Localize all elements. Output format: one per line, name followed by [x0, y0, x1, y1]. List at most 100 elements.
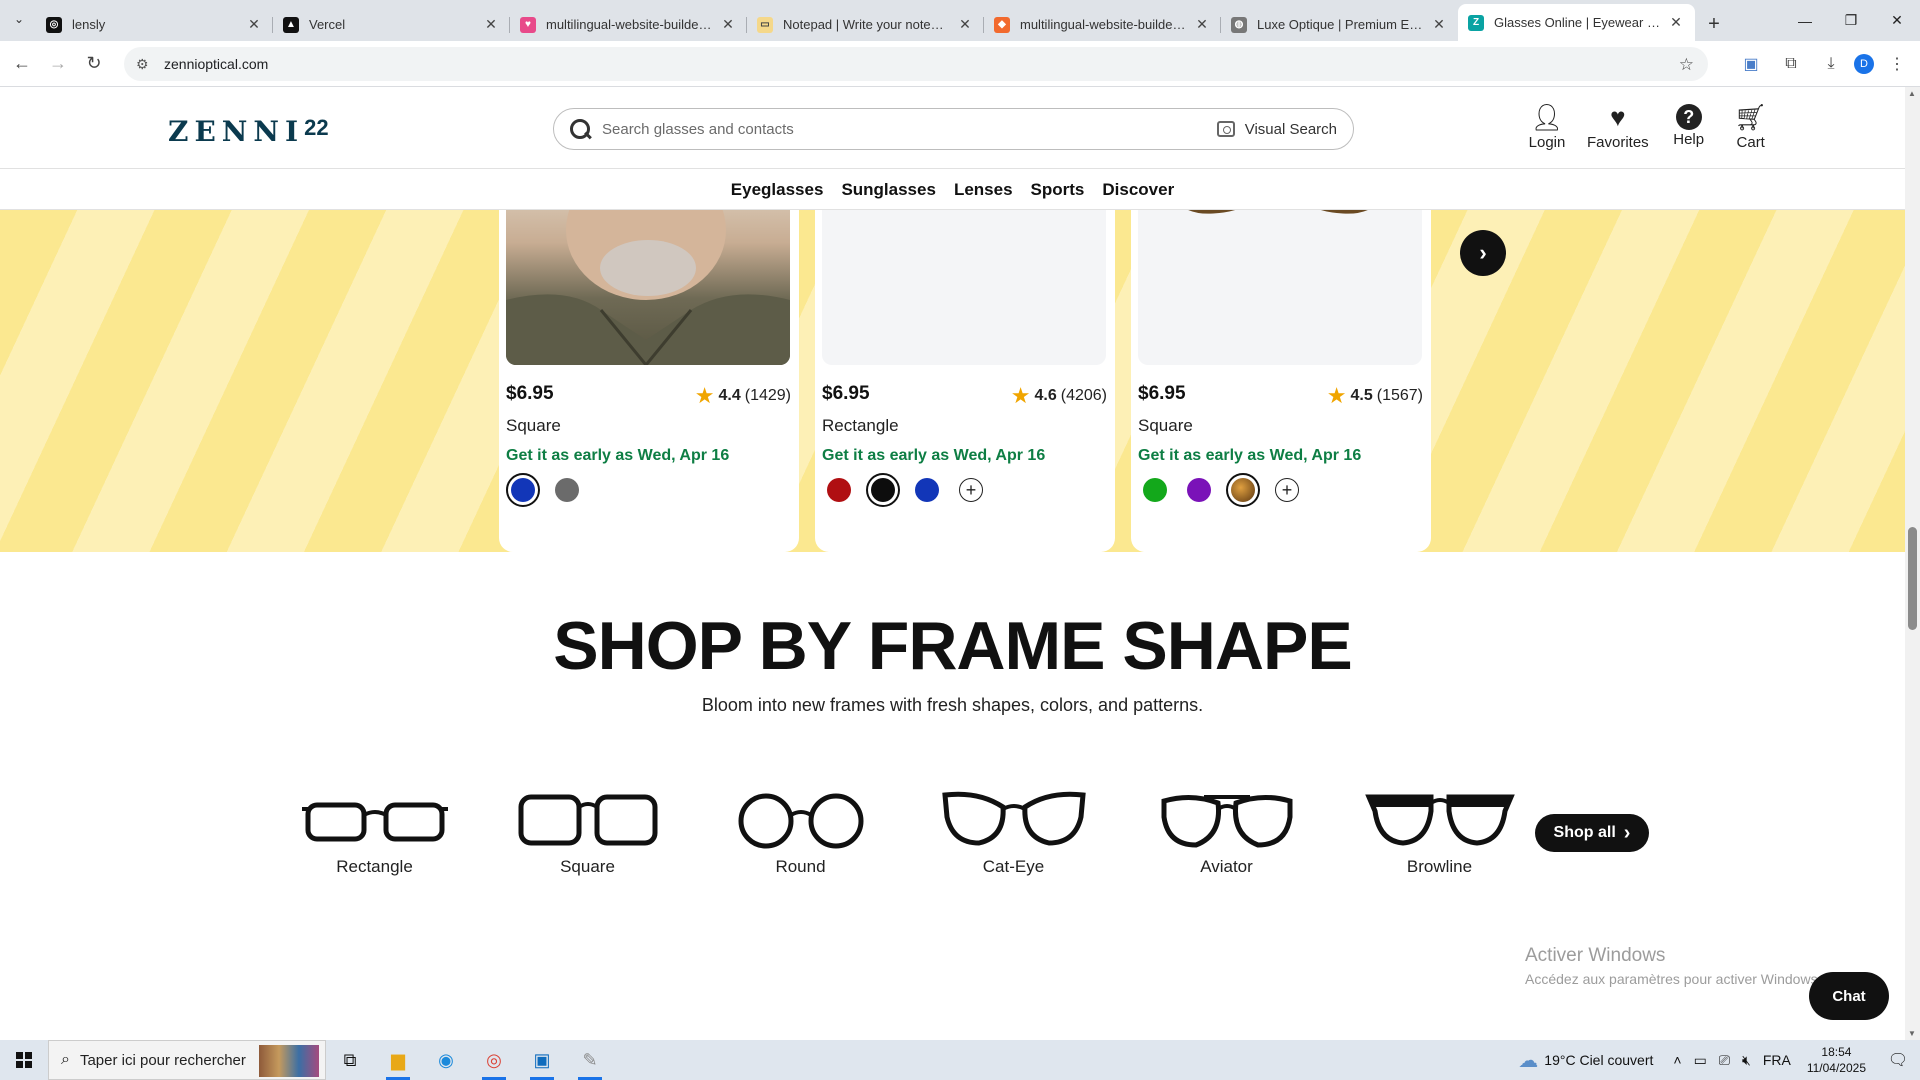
product-image-model[interactable]	[506, 210, 790, 365]
minimize-icon[interactable]: —	[1782, 0, 1828, 41]
tab-close-icon[interactable]: ✕	[1667, 14, 1685, 32]
color-swatch[interactable]	[506, 473, 540, 507]
notification-center-icon[interactable]: 🗨︎	[1876, 1050, 1920, 1070]
browser-tab[interactable]: ◎ lensly ✕	[36, 8, 273, 41]
shape-rectangle[interactable]: Rectangle	[268, 787, 481, 877]
search-input[interactable]	[602, 120, 1217, 138]
favorites-button[interactable]: ♥ Favorites	[1587, 101, 1649, 152]
more-colors-button[interactable]: +	[954, 473, 988, 507]
nav-sunglasses[interactable]: Sunglasses	[841, 180, 936, 200]
nav-discover[interactable]: Discover	[1102, 180, 1174, 200]
outlook-icon[interactable]: ▣	[518, 1040, 566, 1080]
file-explorer-icon[interactable]: ▆	[374, 1040, 422, 1080]
extensions-puzzle-icon[interactable]: ⧉	[1774, 47, 1808, 81]
shape-round[interactable]: Round	[694, 787, 907, 877]
scroll-down-arrow-icon[interactable]: ▼	[1908, 1029, 1916, 1038]
browser-tab[interactable]: ▲ Vercel ✕	[273, 8, 510, 41]
chevron-right-icon: ›	[1479, 240, 1487, 265]
product-card[interactable]: $6.95 ★ 4.5 (1567) Square Get it as early …	[1131, 210, 1431, 552]
tab-close-icon[interactable]: ✕	[245, 16, 263, 34]
tab-close-icon[interactable]: ✕	[1430, 16, 1448, 34]
plus-icon: +	[1275, 478, 1299, 502]
color-swatch[interactable]	[866, 473, 900, 507]
help-icon: ?	[1675, 104, 1702, 130]
tab-favicon: ▭	[757, 16, 773, 33]
product-image-frames[interactable]	[1138, 210, 1422, 365]
review-count: (1429)	[744, 387, 791, 404]
scrollbar-thumb[interactable]	[1908, 527, 1917, 630]
battery-icon[interactable]: ▭	[1694, 1052, 1707, 1069]
more-colors-button[interactable]: +	[1270, 473, 1304, 507]
help-button[interactable]: ? Help	[1667, 101, 1711, 151]
address-bar[interactable]: ⚙ zennioptical.com ☆	[124, 47, 1708, 81]
weather-widget[interactable]: ☁ 19°C Ciel couvert	[1518, 1048, 1653, 1073]
taskbar-search[interactable]: ⌕ Taper ici pour rechercher	[48, 1040, 326, 1080]
tab-close-icon[interactable]: ✕	[719, 16, 737, 34]
plus-icon: +	[959, 478, 983, 502]
edge-browser-icon[interactable]: ◉	[422, 1040, 470, 1080]
network-icon[interactable]: ⎚	[1719, 1052, 1730, 1069]
browser-tab-active[interactable]: Z Glasses Online | Eyewear for Ev ✕	[1458, 4, 1695, 41]
menu-kebab-icon[interactable]: ⋮	[1880, 47, 1914, 81]
zenni-logo[interactable]: ZENNI22	[168, 115, 329, 148]
reload-icon[interactable]: ↻	[76, 46, 112, 82]
shop-all-button[interactable]: Shop all ›	[1535, 814, 1649, 852]
forward-icon[interactable]: →	[40, 46, 76, 82]
windows-logo-icon	[16, 1052, 32, 1068]
restore-icon[interactable]: ❐	[1828, 0, 1874, 41]
tab-close-icon[interactable]: ✕	[482, 16, 500, 34]
windows-start-button[interactable]	[0, 1040, 48, 1080]
search-bar[interactable]: Visual Search	[553, 108, 1354, 150]
site-info-icon[interactable]: ⚙	[136, 56, 154, 73]
product-card[interactable]: $6.95 ★ 4.6 (4206) Rectangle Get it as ear…	[815, 210, 1115, 552]
close-window-icon[interactable]: ✕	[1874, 0, 1920, 41]
url-text[interactable]: zennioptical.com	[164, 56, 268, 72]
chrome-browser-icon[interactable]: ◎	[470, 1040, 518, 1080]
carousel-next-button[interactable]: ›	[1460, 230, 1506, 276]
login-button[interactable]: 👤︎ Login	[1525, 101, 1569, 152]
tab-search-button[interactable]: ⌄	[8, 8, 30, 30]
tab-title: Notepad | Write your notes onl	[783, 17, 950, 32]
clock[interactable]: 18:54 11/04/2025	[1807, 1044, 1866, 1076]
color-swatch[interactable]	[822, 473, 856, 507]
color-swatch[interactable]	[1182, 473, 1216, 507]
visual-search-button[interactable]: Visual Search	[1216, 121, 1337, 138]
volume-muted-icon[interactable]: 🔇︎	[1742, 1052, 1751, 1069]
shape-square[interactable]: Square	[481, 787, 694, 877]
chat-button[interactable]: Chat	[1809, 972, 1889, 1020]
page-scrollbar[interactable]: ▲ ▼	[1905, 87, 1920, 1040]
task-view-icon[interactable]: ⧉	[326, 1040, 374, 1080]
language-indicator[interactable]: FRA	[1763, 1052, 1791, 1068]
shape-browline[interactable]: Browline	[1333, 787, 1546, 877]
browser-tab[interactable]: ▭ Notepad | Write your notes onl ✕	[747, 8, 984, 41]
browser-tab[interactable]: ◍ Luxe Optique | Premium Eyewe ✕	[1221, 8, 1458, 41]
product-card[interactable]: $6.95 ★ 4.4 (1429) Square Get it as early …	[499, 210, 799, 552]
search-icon[interactable]	[568, 117, 592, 141]
bookmark-star-icon[interactable]: ☆	[1679, 55, 1694, 75]
chevron-up-icon[interactable]: ˄	[1673, 1052, 1681, 1068]
shape-aviator[interactable]: Aviator	[1120, 787, 1333, 877]
color-swatch[interactable]	[1138, 473, 1172, 507]
color-swatch[interactable]	[910, 473, 944, 507]
tab-close-icon[interactable]: ✕	[1193, 16, 1211, 34]
nav-eyeglasses[interactable]: Eyeglasses	[731, 180, 824, 200]
color-swatch[interactable]	[550, 473, 584, 507]
nav-sports[interactable]: Sports	[1031, 180, 1085, 200]
extension-translate-icon[interactable]: ▣	[1734, 47, 1768, 81]
cart-button[interactable]: 🛒︎ Cart	[1729, 101, 1773, 152]
nav-lenses[interactable]: Lenses	[954, 180, 1013, 200]
profile-avatar[interactable]: D	[1854, 54, 1874, 74]
download-icon[interactable]: ⤓	[1814, 47, 1848, 81]
scroll-up-arrow-icon[interactable]: ▲	[1908, 89, 1916, 98]
product-image-frames[interactable]	[822, 210, 1106, 365]
tab-close-icon[interactable]: ✕	[956, 16, 974, 34]
paint-app-icon[interactable]: ✎	[566, 1040, 614, 1080]
back-icon[interactable]: ←	[4, 46, 40, 82]
shape-cat-eye[interactable]: Cat-Eye	[907, 787, 1120, 877]
color-swatch[interactable]	[1226, 473, 1260, 507]
browser-tab[interactable]: ◆ multilingual-website-builder - F ✕	[984, 8, 1221, 41]
browser-tab[interactable]: ♥ multilingual-website-builder - L ✕	[510, 8, 747, 41]
star-icon: ★	[1326, 383, 1347, 408]
new-tab-button[interactable]: +	[1699, 9, 1729, 39]
search-icon: ⌕	[61, 1051, 70, 1068]
